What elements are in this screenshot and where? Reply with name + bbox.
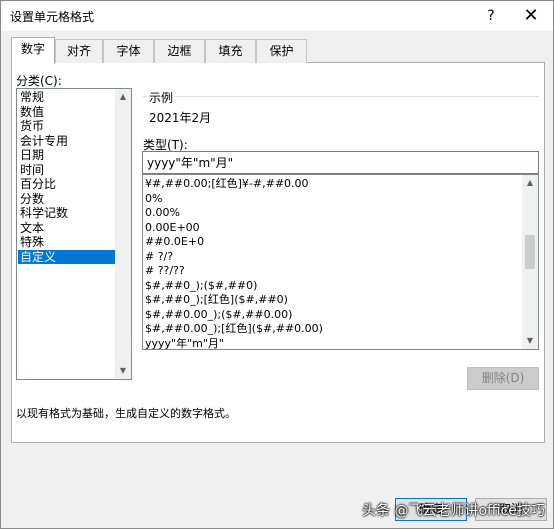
sample-value: 2021年2月 xyxy=(149,111,212,125)
scroll-up-icon[interactable]: ▲ xyxy=(522,175,538,191)
category-item-currency[interactable]: 货币 xyxy=(18,119,116,134)
scroll-up-icon[interactable]: ▲ xyxy=(115,89,131,105)
sample-label: 示例 xyxy=(147,89,176,106)
category-item-general[interactable]: 常规 xyxy=(18,90,116,105)
help-button[interactable]: ? xyxy=(479,5,503,27)
tab-fill[interactable]: 填充 xyxy=(205,39,256,63)
format-item[interactable]: 0% xyxy=(145,192,162,207)
format-item[interactable]: # ?/? xyxy=(145,250,173,265)
type-input[interactable] xyxy=(142,151,539,174)
tab-number[interactable]: 数字 xyxy=(11,37,55,64)
format-item[interactable]: # ??/?? xyxy=(145,264,185,279)
tab-alignment[interactable]: 对齐 xyxy=(55,39,103,63)
tab-border[interactable]: 边框 xyxy=(154,39,205,63)
scroll-down-icon[interactable]: ▼ xyxy=(115,363,131,379)
format-item[interactable]: $#,##0.00_);[红色]($#,##0.00) xyxy=(145,322,323,337)
format-item[interactable]: ##0.0E+0 xyxy=(145,235,204,250)
format-item[interactable]: 0.00E+00 xyxy=(145,221,200,236)
category-scrollbar[interactable]: ▲ ▼ xyxy=(115,89,131,379)
format-code-list[interactable]: ¥#,##0.00;[红色]¥-#,##0.00 0% 0.00% 0.00E+… xyxy=(142,174,539,350)
category-item-scientific[interactable]: 科学记数 xyxy=(18,206,116,221)
format-item[interactable]: $#,##0_);($#,##0) xyxy=(145,279,257,294)
tab-protection[interactable]: 保护 xyxy=(256,39,307,63)
format-cells-dialog: 设置单元格格式 ? ✕ 数字 对齐 字体 边框 填充 保护 分类(C): 常规 … xyxy=(0,0,554,529)
watermark: 头条 @飞云老师讲office技巧 xyxy=(362,503,545,519)
tab-font[interactable]: 字体 xyxy=(103,39,154,63)
category-item-fraction[interactable]: 分数 xyxy=(18,192,116,207)
category-list[interactable]: 常规 数值 货币 会计专用 日期 时间 百分比 分数 科学记数 文本 特殊 自定… xyxy=(16,88,132,380)
format-scrollbar[interactable]: ▲ ▼ xyxy=(522,175,538,349)
category-label: 分类(C): xyxy=(16,74,62,88)
scroll-down-icon[interactable]: ▼ xyxy=(522,333,538,349)
category-item-accounting[interactable]: 会计专用 xyxy=(18,134,116,149)
category-item-custom[interactable]: 自定义 xyxy=(18,249,116,264)
delete-button[interactable]: 删除(D) xyxy=(467,367,539,390)
format-item[interactable]: yyyy"年"m"月" xyxy=(145,337,224,350)
title-bar: 设置单元格格式 ? ✕ xyxy=(1,1,553,31)
description-text: 以现有格式为基础，生成自定义的数字格式。 xyxy=(16,407,236,420)
category-item-text[interactable]: 文本 xyxy=(18,221,116,236)
category-item-number[interactable]: 数值 xyxy=(18,105,116,120)
category-item-special[interactable]: 特殊 xyxy=(18,235,116,250)
format-item[interactable]: $#,##0_);[红色]($#,##0) xyxy=(145,293,288,308)
format-item[interactable]: $#,##0.00_);($#,##0.00) xyxy=(145,308,292,323)
dialog-title: 设置单元格格式 xyxy=(10,10,95,24)
category-item-time[interactable]: 时间 xyxy=(18,163,116,178)
close-icon[interactable]: ✕ xyxy=(519,5,543,27)
category-item-percentage[interactable]: 百分比 xyxy=(18,177,116,192)
format-item[interactable]: 0.00% xyxy=(145,206,180,221)
scroll-thumb[interactable] xyxy=(525,235,535,269)
category-item-date[interactable]: 日期 xyxy=(18,148,116,163)
format-item[interactable]: ¥#,##0.00;[红色]¥-#,##0.00 xyxy=(145,177,309,192)
